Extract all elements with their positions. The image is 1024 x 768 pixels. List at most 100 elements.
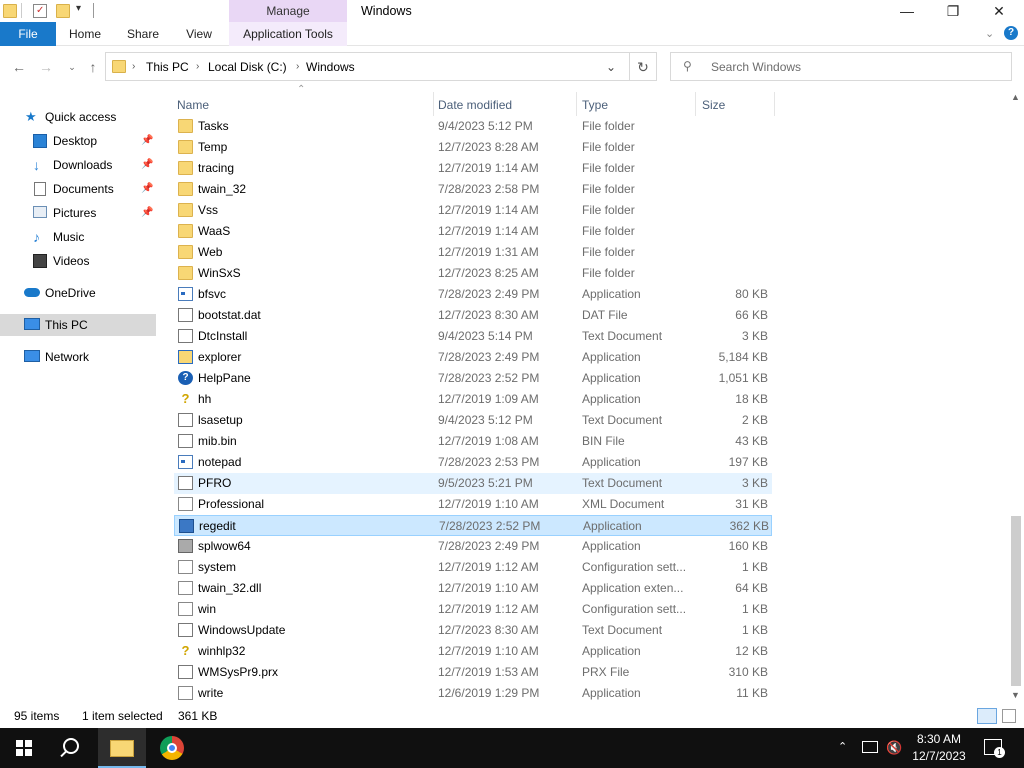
item-count: 95 items	[14, 709, 60, 723]
sidebar-item-network[interactable]: Network	[0, 346, 156, 368]
file-explorer-taskbar-button[interactable]	[98, 728, 146, 768]
document-icon	[178, 623, 193, 637]
tab-view[interactable]: View	[172, 22, 226, 46]
column-divider[interactable]	[576, 92, 577, 116]
scrollbar-thumb[interactable]	[1011, 516, 1021, 686]
table-row[interactable]: twain_32 7/28/2023 2:58 PM File folder	[174, 179, 772, 200]
breadcrumb-windows[interactable]: Windows	[306, 53, 355, 81]
large-icons-view-icon[interactable]	[1002, 709, 1016, 723]
clock[interactable]: 8:30 AM 12/7/2023	[905, 731, 973, 765]
cloud-icon	[24, 288, 40, 297]
breadcrumb-local-disk[interactable]: Local Disk (C:)	[208, 53, 287, 81]
divider	[93, 3, 94, 18]
table-row[interactable]: splwow64 7/28/2023 2:49 PM Application 160 …	[174, 536, 772, 557]
table-row[interactable]: Professional 12/7/2019 1:10 AM XML Documen…	[174, 494, 772, 515]
tab-home[interactable]: Home	[58, 22, 112, 46]
table-row[interactable]: system 12/7/2019 1:12 AM Configuration set…	[174, 557, 772, 578]
chevron-right-icon[interactable]: ›	[196, 53, 199, 81]
maximize-button[interactable]: ❐	[930, 0, 976, 22]
details-view-icon[interactable]	[977, 708, 997, 724]
vertical-scrollbar[interactable]: ▲ ▼	[1008, 90, 1024, 704]
scroll-down-arrow[interactable]: ▼	[1011, 690, 1020, 700]
table-row[interactable]: PFRO 9/5/2023 5:21 PM Text Document 3 KB	[174, 473, 772, 494]
forward-button[interactable]: →	[36, 58, 56, 76]
chevron-right-icon[interactable]: ›	[132, 53, 135, 81]
tab-share[interactable]: Share	[116, 22, 170, 46]
column-header-size[interactable]: Size	[702, 94, 772, 116]
sidebar-item-music[interactable]: ♪ Music	[0, 226, 156, 248]
properties-icon[interactable]: ✓	[33, 4, 47, 18]
tab-application-tools[interactable]: Application Tools	[229, 22, 347, 46]
sidebar-item-pictures[interactable]: Pictures 📌	[0, 202, 156, 224]
sidebar-item-documents[interactable]: Documents 📌	[0, 178, 156, 200]
table-row[interactable]: Tasks 9/4/2023 5:12 PM File folder	[174, 116, 772, 137]
search-button[interactable]	[48, 728, 96, 768]
customize-toolbar-icon[interactable]: ▾	[76, 3, 81, 14]
sidebar-item-this-pc[interactable]: This PC	[0, 314, 156, 336]
show-hidden-icons-icon[interactable]: ⌃	[838, 740, 847, 753]
table-row[interactable]: WinSxS 12/7/2023 8:25 AM File folder	[174, 263, 772, 284]
column-divider[interactable]	[774, 92, 775, 116]
table-row[interactable]: Vss 12/7/2019 1:14 AM File folder	[174, 200, 772, 221]
recent-locations-button[interactable]: ⌄	[62, 58, 82, 76]
chrome-taskbar-button[interactable]	[148, 728, 196, 768]
table-row[interactable]: ? HelpPane 7/28/2023 2:52 PM Application 1,0…	[174, 368, 772, 389]
scroll-up-arrow[interactable]: ▲	[1011, 92, 1020, 102]
table-row[interactable]: bootstat.dat 12/7/2023 8:30 AM DAT File 66 …	[174, 305, 772, 326]
table-row[interactable]: WindowsUpdate 12/7/2023 8:30 AM Text Docum…	[174, 620, 772, 641]
table-row[interactable]: regedit 7/28/2023 2:52 PM Application 362 K…	[174, 515, 772, 536]
network-status-icon[interactable]	[862, 741, 878, 753]
file-type: BIN File	[582, 434, 625, 448]
column-divider[interactable]	[695, 92, 696, 116]
table-row[interactable]: tracing 12/7/2019 1:14 AM File folder	[174, 158, 772, 179]
folder-icon[interactable]	[3, 4, 17, 18]
file-date-modified: 9/4/2023 5:12 PM	[438, 119, 533, 133]
file-date-modified: 12/7/2023 8:30 AM	[438, 623, 539, 637]
sidebar-item-onedrive[interactable]: OneDrive	[0, 282, 156, 304]
sidebar-item-label: This PC	[45, 318, 88, 332]
sidebar-item-videos[interactable]: Videos	[0, 250, 156, 272]
table-row[interactable]: explorer 7/28/2023 2:49 PM Application 5,18…	[174, 347, 772, 368]
table-row[interactable]: WMSysPr9.prx 12/7/2019 1:53 AM PRX File 310…	[174, 662, 772, 683]
breadcrumb-this-pc[interactable]: This PC	[146, 53, 189, 81]
help-icon[interactable]: ?	[1004, 26, 1018, 40]
new-folder-icon[interactable]	[56, 4, 70, 18]
column-header-date[interactable]: Date modified	[438, 94, 578, 116]
table-row[interactable]: Temp 12/7/2023 8:28 AM File folder	[174, 137, 772, 158]
up-button[interactable]: ↑	[83, 58, 103, 76]
file-date-modified: 7/28/2023 2:49 PM	[438, 350, 540, 364]
refresh-button[interactable]: ↻	[630, 52, 657, 81]
minimize-button[interactable]: —	[884, 0, 930, 22]
table-row[interactable]: bfsvc 7/28/2023 2:49 PM Application 80 KB	[174, 284, 772, 305]
table-row[interactable]: win 12/7/2019 1:12 AM Configuration sett..…	[174, 599, 772, 620]
notifications-icon[interactable]: 1	[984, 739, 1005, 758]
tab-file[interactable]: File	[0, 22, 56, 46]
sidebar-item-quick-access[interactable]: ★ Quick access	[0, 106, 156, 128]
folder-icon	[178, 224, 193, 238]
address-dropdown-icon[interactable]: ⌄	[606, 53, 616, 81]
table-row[interactable]: lsasetup 9/4/2023 5:12 PM Text Document 2 K…	[174, 410, 772, 431]
sidebar-item-downloads[interactable]: ↓ Downloads 📌	[0, 154, 156, 176]
sidebar-item-desktop[interactable]: Desktop 📌	[0, 130, 156, 152]
back-button[interactable]: ←	[9, 58, 29, 76]
search-input[interactable]: ⚲ Search Windows	[670, 52, 1012, 81]
expand-ribbon-icon[interactable]: ⌄	[985, 27, 994, 40]
chevron-right-icon[interactable]: ›	[296, 53, 299, 81]
table-row[interactable]: twain_32.dll 12/7/2019 1:10 AM Application…	[174, 578, 772, 599]
column-header-type[interactable]: Type	[582, 94, 692, 116]
volume-muted-icon[interactable]: 🔇	[886, 740, 902, 756]
close-button[interactable]: ✕	[976, 0, 1022, 22]
column-divider[interactable]	[433, 92, 434, 116]
table-row[interactable]: Web 12/7/2019 1:31 AM File folder	[174, 242, 772, 263]
table-row[interactable]: ? winhlp32 12/7/2019 1:10 AM Application 12 …	[174, 641, 772, 662]
table-row[interactable]: notepad 7/28/2023 2:53 PM Application 197 K…	[174, 452, 772, 473]
address-bar[interactable]: › This PC › Local Disk (C:) › Windows ⌄	[105, 52, 630, 81]
column-header-name[interactable]: Name	[177, 94, 427, 116]
table-row[interactable]: WaaS 12/7/2019 1:14 AM File folder	[174, 221, 772, 242]
table-row[interactable]: write 12/6/2019 1:29 PM Application 11 KB	[174, 683, 772, 704]
document-icon	[178, 413, 193, 427]
table-row[interactable]: ? hh 12/7/2019 1:09 AM Application 18 KB	[174, 389, 772, 410]
table-row[interactable]: DtcInstall 9/4/2023 5:14 PM Text Document 3…	[174, 326, 772, 347]
start-button[interactable]	[0, 728, 48, 768]
table-row[interactable]: mib.bin 12/7/2019 1:08 AM BIN File 43 KB	[174, 431, 772, 452]
